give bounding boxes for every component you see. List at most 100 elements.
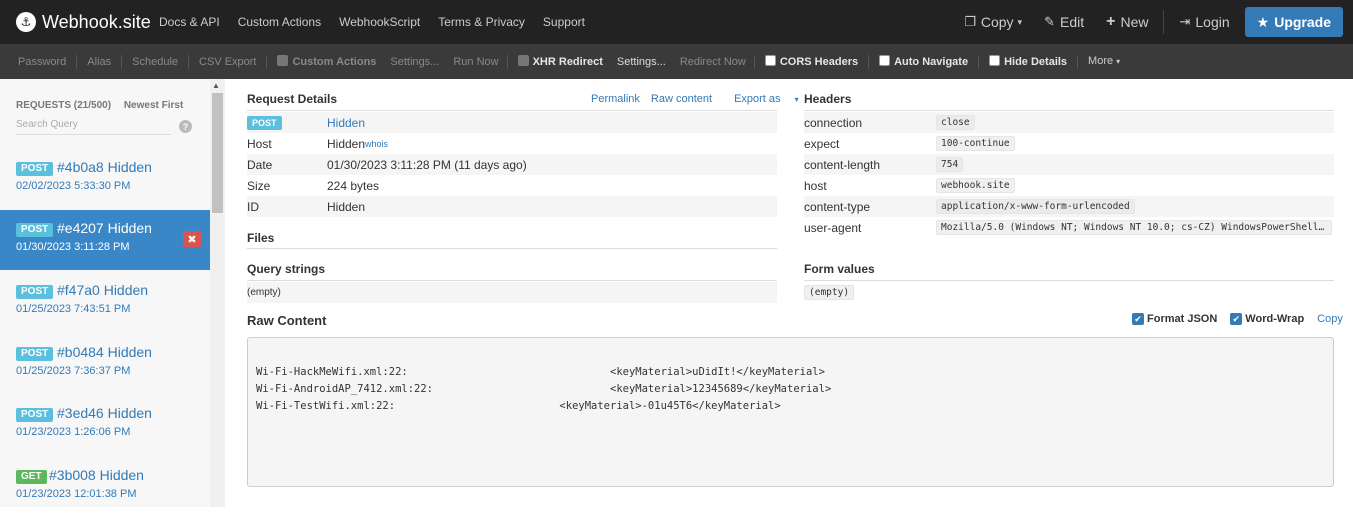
date-label: Date [247,157,273,172]
auto-navigate-toggle[interactable]: Auto Navigate [869,54,980,69]
method-cell: POST [247,115,327,130]
redirect-now-button[interactable]: Redirect Now [670,55,750,69]
form-values-row: (empty) [804,284,855,300]
custom-actions-settings[interactable]: Settings... [380,55,443,69]
headers-title: Headers [804,92,852,106]
header-value: 100-continue [936,136,1015,151]
requests-sidebar: REQUESTS (21/500) Newest First Search Qu… [0,79,225,507]
format-json-checkbox[interactable]: ✔ [1132,313,1144,325]
header-row: expect 100-continue [804,133,1334,154]
query-strings-empty: (empty) [247,287,281,298]
cors-headers-toggle[interactable]: CORS Headers [755,54,870,69]
divider [804,280,1334,281]
login-button[interactable]: ⇥ Login [1179,14,1229,30]
xhr-settings[interactable]: Settings... [607,55,670,69]
header-row: content-length 754 [804,154,1334,175]
help-icon[interactable]: ? [179,120,192,133]
hide-details-checkbox[interactable] [989,54,1001,66]
divider [804,110,1334,111]
header-value: Mozilla/5.0 (Windows NT; Windows NT 10.0… [936,220,1332,235]
sidebar-scrollbar-thumb[interactable] [212,93,223,213]
request-details-title: Request Details [247,92,338,106]
edit-button[interactable]: ✎ Edit [1044,14,1084,30]
word-wrap-checkbox[interactable]: ✔ [1230,313,1243,325]
request-time: 01/25/2023 7:36:37 PM [16,365,131,377]
xhr-redirect-toggle[interactable]: XHR Redirect [508,54,607,69]
more-dropdown[interactable]: More ▾ [1078,54,1124,69]
custom-actions-checkbox[interactable] [277,54,289,66]
edit-label: Edit [1059,14,1085,30]
delete-request-icon[interactable]: ✖ [183,231,201,247]
request-item[interactable]: GET #3b008 Hidden 01/23/2023 12:01:38 PM [0,457,210,517]
nav-support[interactable]: Support [543,15,585,29]
new-button[interactable]: + New [1106,13,1148,31]
method-badge: POST [16,162,54,176]
raw-content-link[interactable]: Raw content [651,93,712,105]
request-details-actions: Permalink Raw content Export as ▾ [580,93,799,105]
form-values-empty: (empty) [804,285,855,300]
nav-terms-privacy[interactable]: Terms & Privacy [438,15,525,29]
header-value: close [936,115,975,130]
hide-details-label: Hide Details [1004,55,1068,68]
request-id: #f47a0 Hidden [57,282,149,298]
copy-dropdown[interactable]: ❐ Copy ▾ [964,14,1022,30]
nav-docs-api[interactable]: Docs & API [159,15,220,29]
search-query-input[interactable]: Search Query [16,119,171,135]
request-id: #3b008 Hidden [49,467,144,483]
word-wrap-label: Word-Wrap [1245,313,1305,325]
auto-navigate-checkbox[interactable] [879,54,891,66]
request-item[interactable]: POST #b0484 Hidden 01/25/2023 7:36:37 PM [0,334,210,394]
login-icon: ⇥ [1179,14,1191,29]
header-row: content-type application/x-www-form-urle… [804,196,1334,217]
request-item[interactable]: POST #3ed46 Hidden 01/23/2023 1:26:06 PM [0,395,210,455]
header-key: user-agent [804,220,862,235]
date-value: 01/30/2023 3:11:28 PM (11 days ago) [327,157,527,172]
detail-row-url: POST Hidden [247,112,777,133]
host-value: Hidden [327,136,366,151]
method-badge: POST [16,223,54,237]
word-wrap-toggle[interactable]: ✔ Word-Wrap [1230,313,1304,325]
scroll-up-icon[interactable]: ▲ [212,81,220,90]
run-now-button[interactable]: Run Now [443,55,502,69]
size-label: Size [247,178,271,193]
copy-raw-button[interactable]: Copy [1317,313,1343,325]
request-item[interactable]: POST #4b0a8 Hidden 02/02/2023 5:33:30 PM [0,149,210,209]
csv-export-button[interactable]: CSV Export [189,54,268,69]
plus-icon: + [1106,13,1116,30]
whois-link[interactable]: whois [365,139,388,149]
schedule-button[interactable]: Schedule [122,54,190,69]
permalink-link[interactable]: Permalink [591,93,640,105]
custom-actions-toggle[interactable]: Custom Actions [267,54,380,69]
nav-custom-actions[interactable]: Custom Actions [238,15,321,29]
method-badge: POST [16,285,54,299]
divider [247,280,777,281]
format-json-label: Format JSON [1147,313,1218,325]
nav-divider [1163,10,1165,34]
edit-icon: ✎ [1044,14,1055,29]
sort-newest-first[interactable]: Newest First [124,100,183,111]
request-item-selected[interactable]: POST #e4207 Hidden 01/30/2023 3:11:28 PM… [0,210,210,270]
request-time: 01/25/2023 7:43:51 PM [16,303,131,315]
requests-header: REQUESTS (21/500) Newest First [16,100,183,111]
raw-content-title: Raw Content [247,313,327,328]
caret-down-icon: ▾ [794,95,799,104]
brand[interactable]: ⚓ Webhook.site [16,0,151,44]
password-button[interactable]: Password [8,54,78,69]
xhr-redirect-checkbox[interactable] [517,54,529,66]
copy-icon: ❐ [964,14,976,29]
size-value: 224 bytes [327,178,380,193]
alias-button[interactable]: Alias [77,54,123,69]
cors-headers-checkbox[interactable] [764,54,776,66]
auto-navigate-label: Auto Navigate [894,55,969,68]
export-as-dropdown[interactable]: Export as ▾ [723,93,799,105]
nav-webhookscript[interactable]: WebhookScript [339,15,420,29]
format-json-toggle[interactable]: ✔ Format JSON [1132,313,1217,325]
request-item[interactable]: POST #f47a0 Hidden 01/25/2023 7:43:51 PM [0,272,210,332]
brand-name: Webhook.site [42,11,151,32]
upgrade-button[interactable]: ★ Upgrade [1244,7,1343,37]
divider [247,248,777,249]
raw-content-body[interactable]: Wi-Fi-HackMeWifi.xml:22: <keyMaterial>uD… [247,337,1334,487]
request-url[interactable]: Hidden [327,116,365,130]
hide-details-toggle[interactable]: Hide Details [979,54,1079,69]
header-key: content-length [804,157,881,172]
